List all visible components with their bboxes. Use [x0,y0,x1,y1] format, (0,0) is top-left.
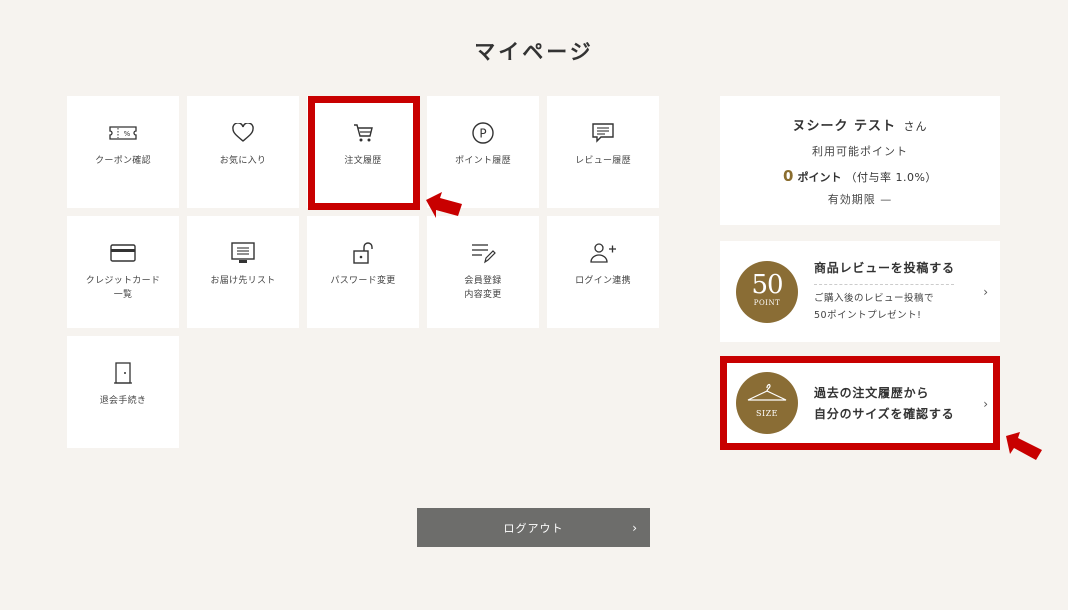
review-promo-line1: ご購入後のレビュー投稿で [814,293,935,304]
size-promo-line1: 過去の注文履歴から [814,386,930,400]
points-label: 利用可能ポイント [812,145,908,158]
credit-card-icon [110,240,136,266]
divider [814,284,954,285]
coupon-icon: % [109,120,137,146]
door-icon [113,360,133,386]
points-row: 0 ポイント （付与率 1.0%） [720,167,1000,185]
menu-tile-coupon[interactable]: % クーポン確認 [67,96,179,208]
review-icon [591,120,615,146]
size-promo-line2: 自分のサイズを確認する [814,407,955,421]
unlock-icon [352,240,374,266]
edit-list-icon [470,240,496,266]
points-rate: （付与率 1.0%） [845,171,937,184]
menu-label: ポイント履歴 [455,156,511,166]
menu-label: レビュー履歴 [575,156,631,166]
chevron-right-icon: › [983,284,988,299]
menu-label: クーポン確認 [95,156,151,166]
logout-label: ログアウト [503,521,564,535]
logout-button[interactable]: ログアウト › [417,508,650,547]
point-icon: P [471,120,495,146]
svg-text:P: P [479,127,486,141]
menu-label: パスワード変更 [330,276,396,286]
menu-tile-favorites[interactable]: お気に入り [187,96,299,208]
menu-label: お届け先リスト [210,276,276,286]
badge-number: 50 [751,269,783,300]
svg-text:%: % [124,130,131,138]
cart-icon [352,120,374,146]
review-promo-title: 商品レビューを投稿する [814,261,955,275]
heart-icon [232,120,254,146]
menu-tile-password-change[interactable]: パスワード変更 [307,216,419,328]
point-badge: 50 POINT [736,260,798,323]
page-title: マイページ [474,40,594,64]
points-unit: ポイント [797,171,842,184]
menu-tile-address-list[interactable]: お届け先リスト [187,216,299,328]
points-value: 0 [783,167,794,185]
user-name: ヌシーク テスト さん [792,119,928,134]
user-plus-icon [589,240,617,266]
menu-label: クレジットカード 一覧 [85,276,161,300]
menu-tile-withdraw[interactable]: 退会手続き [67,336,179,448]
hanger-icon [747,383,787,401]
menu-tile-credit-cards[interactable]: クレジットカード 一覧 [67,216,179,328]
menu-label: お気に入り [219,156,267,166]
pointer-arrow-icon [1006,432,1042,460]
chevron-right-icon: › [632,520,638,535]
review-promo-card[interactable]: 50 POINT 商品レビューを投稿する ご購入後のレビュー投稿で 50ポイント… [720,241,1000,342]
chevron-right-icon: › [983,397,988,411]
review-promo-line2: 50ポイントプレゼント! [814,310,922,321]
pointer-arrow-icon [426,192,462,218]
user-points-card: ヌシーク テスト さん 利用可能ポイント 0 ポイント （付与率 1.0%） 有効期… [720,96,1000,225]
menu-label: ログイン連携 [575,276,631,286]
badge-text: SIZE [755,409,779,418]
size-promo-card[interactable]: SIZE 過去の注文履歴から 自分のサイズを確認する › [720,358,1000,450]
address-list-icon [231,240,255,266]
menu-tile-login-link[interactable]: ログイン連携 [547,216,659,328]
menu-label: 会員登録 内容変更 [464,276,502,300]
menu-label: 注文履歴 [344,156,382,166]
menu-tile-order-history[interactable]: 注文履歴 [307,96,419,208]
menu-tile-review-history[interactable]: レビュー履歴 [547,96,659,208]
badge-text: POINT [753,298,781,307]
size-badge: SIZE [736,372,798,434]
menu-label: 退会手続き [99,396,147,406]
points-expire: 有効期限 — [827,193,893,206]
menu-tile-member-info[interactable]: 会員登録 内容変更 [427,216,539,328]
menu-grid: % クーポン確認 お気に入り 注文履歴 P ポイント履歴 レビュー履歴 クレジッ… [67,96,667,456]
